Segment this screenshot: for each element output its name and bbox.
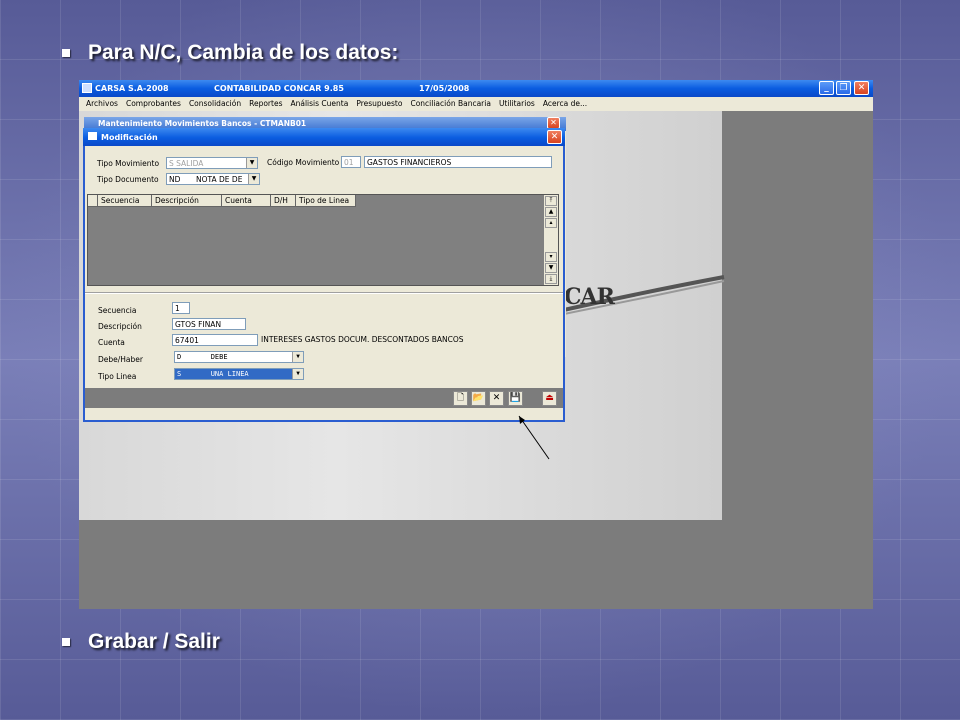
bullet-1-text: Para N/C, Cambia de los datos: — [88, 41, 399, 64]
pointer-arrow-icon — [518, 415, 550, 460]
slide-bullet-1: Para N/C, Cambia de los datos: — [62, 41, 398, 65]
app-screenshot: CARSA S.A-2008 CONTABILIDAD CONCAR 9.85 … — [79, 80, 873, 609]
bullet-square-icon — [62, 49, 70, 57]
bullet-square-icon — [62, 638, 70, 646]
bullet-2-text: Grabar / Salir — [88, 630, 220, 653]
slide-bullet-2: Grabar / Salir — [62, 630, 220, 654]
